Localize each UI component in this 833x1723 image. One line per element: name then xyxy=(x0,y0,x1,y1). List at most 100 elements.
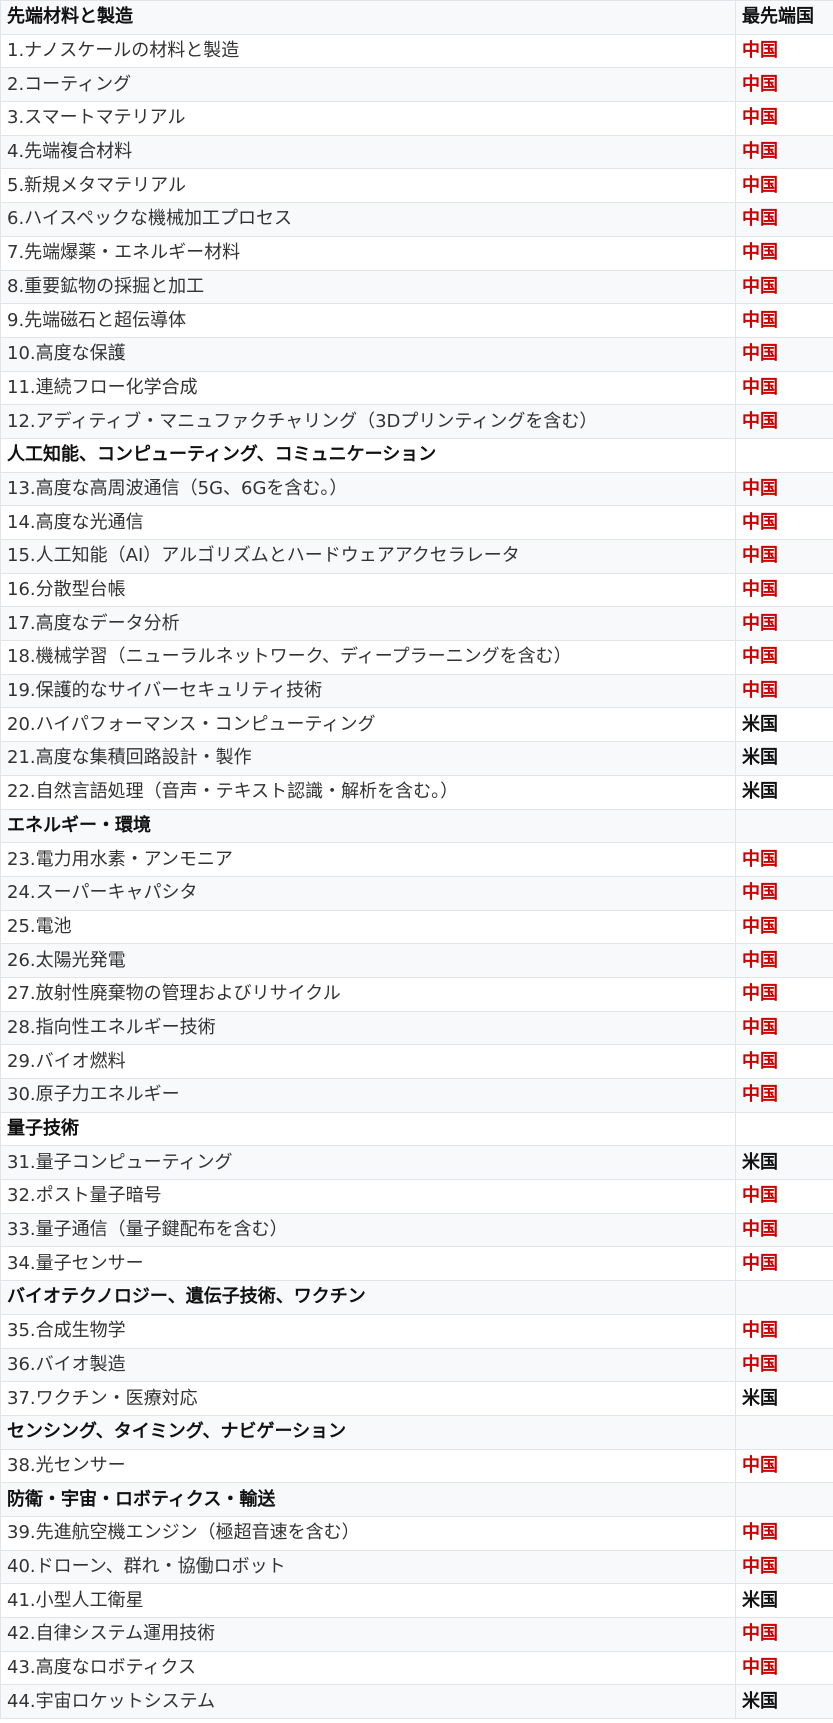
table-row: 33.量子通信（量子鍵配布を含む） 中国 xyxy=(0,1212,833,1248)
leading-country: 中国 xyxy=(735,976,833,1012)
leading-country: 米国 xyxy=(735,1684,833,1720)
technology-name: 43.高度なロボティクス xyxy=(0,1650,736,1686)
technology-name: 32.ポスト量子暗号 xyxy=(0,1179,736,1214)
table-row: 31.量子コンピューティング 米国 xyxy=(0,1145,833,1181)
leading-country: 中国 xyxy=(735,471,833,507)
leading-country: 中国 xyxy=(735,606,833,642)
table-row: 29.バイオ燃料 中国 xyxy=(0,1044,833,1079)
leading-country: 中国 xyxy=(735,336,833,372)
table-row: 19.保護的なサイバーセキュリティ技術 中国 xyxy=(0,673,833,709)
leading-country-header: 最先端国 xyxy=(735,0,833,35)
technology-name: 16.分散型台帳 xyxy=(0,572,736,608)
section-title: 人工知能、コンピューティング、コミュニケーション xyxy=(0,437,736,473)
technology-name: 35.合成生物学 xyxy=(0,1313,736,1349)
section-header-row: センシング、タイミング、ナビゲーション xyxy=(0,1414,833,1450)
table-row: 3.スマートマテリアル 中国 xyxy=(0,101,833,136)
table-header-row: 先端材料と製造 最先端国 xyxy=(0,0,833,35)
leading-country: 中国 xyxy=(735,1313,833,1349)
leading-country: 中国 xyxy=(735,1515,833,1551)
table-row: 35.合成生物学 中国 xyxy=(0,1313,833,1349)
leading-country: 中国 xyxy=(735,640,833,675)
table-row: 42.自律システム運用技術 中国 xyxy=(0,1617,833,1652)
technology-name: 25.電池 xyxy=(0,909,736,945)
leading-country: 中国 xyxy=(735,202,833,237)
technology-name: 4.先端複合材料 xyxy=(0,134,736,170)
table-row: 34.量子センサー 中国 xyxy=(0,1246,833,1282)
technology-name: 13.高度な高周波通信（5G、6Gを含む。） xyxy=(0,471,736,507)
section-title: 量子技術 xyxy=(0,1111,736,1147)
leading-country: 中国 xyxy=(735,1549,833,1585)
technology-name: 29.バイオ燃料 xyxy=(0,1044,736,1079)
section-title: 防衛・宇宙・ロボティクス・輸送 xyxy=(0,1482,736,1517)
leading-country: 中国 xyxy=(735,1078,833,1113)
technology-name: 39.先進航空機エンジン（極超音速を含む） xyxy=(0,1515,736,1551)
technology-leader-table: 先端材料と製造 最先端国 1.ナノスケールの材料と製造 中国 2.コーティング 中国 3… xyxy=(0,0,833,1720)
technology-name: 18.機械学習（ニューラルネットワーク、ディープラーニングを含む） xyxy=(0,640,736,675)
section-title: エネルギー・環境 xyxy=(0,808,736,844)
leading-country: 中国 xyxy=(735,134,833,170)
technology-name: 19.保護的なサイバーセキュリティ技術 xyxy=(0,673,736,709)
leading-country: 中国 xyxy=(735,1010,833,1046)
table-row: 23.電力用水素・アンモニア 中国 xyxy=(0,842,833,877)
technology-name: 3.スマートマテリアル xyxy=(0,101,736,136)
section-header-row: 量子技術 xyxy=(0,1111,833,1147)
leading-country: 中国 xyxy=(735,67,833,103)
table-row: 9.先端磁石と超伝導体 中国 xyxy=(0,303,833,338)
leading-country: 中国 xyxy=(735,269,833,305)
leading-country: 中国 xyxy=(735,539,833,574)
table-row: 12.アディティブ・マニュファクチャリング（3Dプリンティングを含む） 中国 xyxy=(0,404,833,439)
technology-name: 22.自然言語処理（音声・テキスト認識・解析を含む。） xyxy=(0,774,736,810)
table-row: 8.重要鉱物の採掘と加工 中国 xyxy=(0,269,833,305)
technology-name: 27.放射性廃棄物の管理およびリサイクル xyxy=(0,976,736,1012)
leading-country: 中国 xyxy=(735,875,833,911)
table-row: 30.原子力エネルギー 中国 xyxy=(0,1078,833,1113)
leading-country: 米国 xyxy=(735,1145,833,1181)
technology-name: 21.高度な集積回路設計・製作 xyxy=(0,741,736,776)
leading-country xyxy=(735,808,833,844)
technology-name: 30.原子力エネルギー xyxy=(0,1078,736,1113)
leading-country: 中国 xyxy=(735,1179,833,1214)
technology-name: 34.量子センサー xyxy=(0,1246,736,1282)
technology-name: 41.小型人工衛星 xyxy=(0,1583,736,1618)
table-row: 17.高度なデータ分析 中国 xyxy=(0,606,833,642)
technology-name: 15.人工知能（AI）アルゴリズムとハードウェアアクセラレータ xyxy=(0,539,736,574)
leading-country: 中国 xyxy=(735,673,833,709)
leading-country: 中国 xyxy=(735,572,833,608)
table-row: 26.太陽光発電 中国 xyxy=(0,943,833,978)
technology-name: 31.量子コンピューティング xyxy=(0,1145,736,1181)
table-body: 1.ナノスケールの材料と製造 中国 2.コーティング 中国 3.スマートマテリアル 中国 4… xyxy=(0,33,833,1720)
table-row: 20.ハイパフォーマンス・コンピューティング 米国 xyxy=(0,707,833,743)
table-row: 6.ハイスペックな機械加工プロセス 中国 xyxy=(0,202,833,237)
table-row: 36.バイオ製造 中国 xyxy=(0,1347,833,1383)
leading-country: 中国 xyxy=(735,101,833,136)
table-row: 16.分散型台帳 中国 xyxy=(0,572,833,608)
leading-country: 中国 xyxy=(735,1448,833,1484)
technology-name: 1.ナノスケールの材料と製造 xyxy=(0,33,736,69)
table-row: 10.高度な保護 中国 xyxy=(0,336,833,372)
leading-country: 中国 xyxy=(735,235,833,271)
technology-name: 10.高度な保護 xyxy=(0,336,736,372)
leading-country: 中国 xyxy=(735,1212,833,1248)
table-row: 4.先端複合材料 中国 xyxy=(0,134,833,170)
section-header-row: 人工知能、コンピューティング、コミュニケーション xyxy=(0,437,833,473)
technology-name: 36.バイオ製造 xyxy=(0,1347,736,1383)
leading-country: 中国 xyxy=(735,303,833,338)
table-row: 41.小型人工衛星 米国 xyxy=(0,1583,833,1618)
table-row: 38.光センサー 中国 xyxy=(0,1448,833,1484)
technology-name: 40.ドローン、群れ・協働ロボット xyxy=(0,1549,736,1585)
technology-name: 38.光センサー xyxy=(0,1448,736,1484)
leading-country xyxy=(735,1482,833,1517)
leading-country: 中国 xyxy=(735,370,833,406)
leading-country xyxy=(735,1280,833,1315)
table-row: 18.機械学習（ニューラルネットワーク、ディープラーニングを含む） 中国 xyxy=(0,640,833,675)
technology-name: 24.スーパーキャパシタ xyxy=(0,875,736,911)
table-row: 37.ワクチン・医療対応 米国 xyxy=(0,1381,833,1416)
table-row: 27.放射性廃棄物の管理およびリサイクル 中国 xyxy=(0,976,833,1012)
leading-country: 中国 xyxy=(735,1617,833,1652)
table-row: 22.自然言語処理（音声・テキスト認識・解析を含む。） 米国 xyxy=(0,774,833,810)
section-title: バイオテクノロジー、遺伝子技術、ワクチン xyxy=(0,1280,736,1315)
table-row: 5.新規メタマテリアル 中国 xyxy=(0,168,833,204)
leading-country: 中国 xyxy=(735,909,833,945)
technology-name: 42.自律システム運用技術 xyxy=(0,1617,736,1652)
table-row: 44.宇宙ロケットシステム 米国 xyxy=(0,1684,833,1720)
